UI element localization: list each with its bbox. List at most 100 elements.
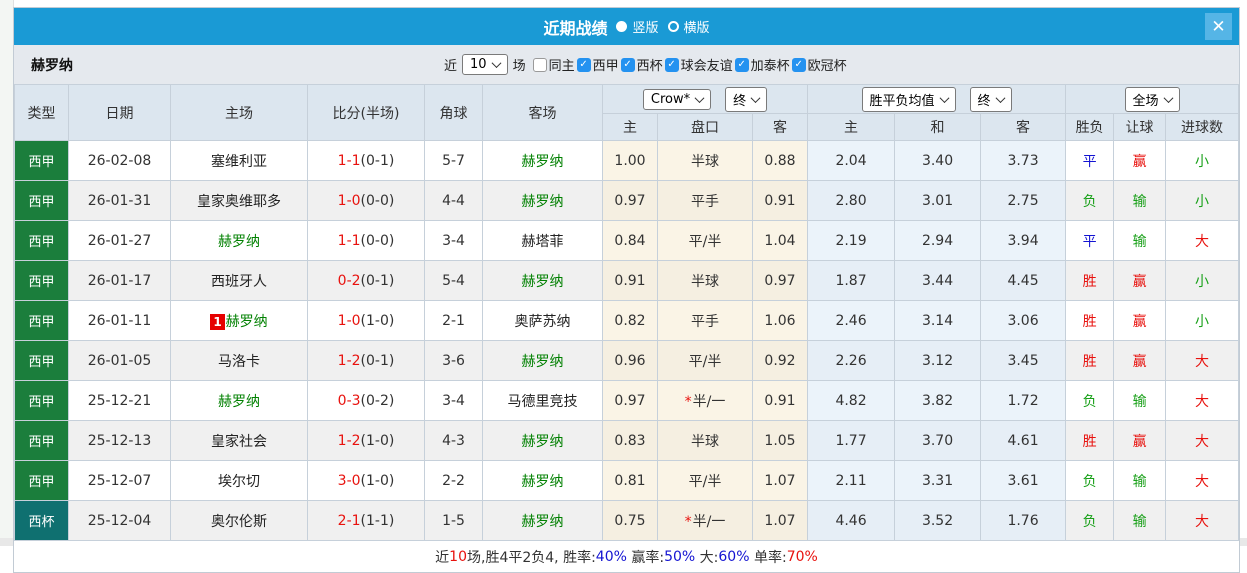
text: 大: [1195, 514, 1209, 530]
cell-outcome-result: 平: [1066, 141, 1114, 181]
view-option-vertical[interactable]: 竖版: [616, 17, 658, 36]
col-header-corners: 角球: [425, 85, 483, 141]
text: 4-3: [442, 433, 465, 449]
table-row: 西甲25-12-13皇家社会1-2(1-0)4-3赫罗纳0.83半球1.051.…: [15, 421, 1239, 461]
cell-eu-draw: 3.44: [895, 261, 981, 301]
radio-selected-icon: [616, 21, 627, 32]
cell-home-team: 西班牙人: [171, 261, 308, 301]
text: 平/半: [689, 474, 722, 490]
cell-eu-home: 1.77: [808, 421, 895, 461]
dialog-title: 近期战绩: [543, 15, 607, 39]
text: 1.00: [614, 153, 645, 169]
filter-checkbox-1[interactable]: ✓西甲: [577, 55, 619, 74]
cell-away-team: 赫罗纳: [483, 181, 603, 221]
checkbox-checked-icon: ✓: [665, 58, 679, 72]
col-header-date: 日期: [69, 85, 171, 141]
filter-checkbox-4[interactable]: ✓加泰杯: [735, 55, 790, 74]
cell-ah-away: 0.97: [753, 261, 808, 301]
group-header-european-odds: 胜平负均值 终: [808, 85, 1066, 114]
cell-ah-away: 0.91: [753, 181, 808, 221]
cell-ah-home: 0.97: [603, 181, 658, 221]
text: 26-01-05: [88, 353, 152, 369]
text: 1.07: [764, 513, 795, 529]
filter-checkbox-3[interactable]: ✓球会友谊: [665, 55, 733, 74]
cell-eu-away: 3.45: [981, 341, 1066, 381]
text: (0-0): [361, 193, 395, 209]
cell-league: 西杯: [15, 501, 69, 541]
odds-source-select[interactable]: Crow*: [643, 89, 711, 110]
cell-ah-home: 0.75: [603, 501, 658, 541]
cell-date: 25-12-04: [69, 501, 171, 541]
cell-date: 26-01-27: [69, 221, 171, 261]
text: 5-7: [442, 153, 465, 169]
text: 西班牙人: [211, 274, 267, 290]
table-row: 西甲26-02-08塞维利亚1-1(0-1)5-7赫罗纳1.00半球0.882.…: [15, 141, 1239, 181]
text: 2.46: [835, 313, 866, 329]
text: 胜: [1083, 354, 1097, 370]
text: 赢: [1133, 314, 1147, 330]
text: 2.19: [835, 233, 866, 249]
cell-ah-home: 0.91: [603, 261, 658, 301]
text: 0.91: [764, 393, 795, 409]
text: 3-4: [442, 233, 465, 249]
text: 半/一: [693, 514, 726, 530]
cell-score: 1-2(1-0): [308, 421, 425, 461]
match-count-select[interactable]: 10: [462, 54, 508, 75]
cell-score: 1-1(0-0): [308, 221, 425, 261]
text: 埃尔切: [218, 474, 260, 490]
text: 0.91: [614, 273, 645, 289]
text: 小: [1195, 274, 1209, 290]
eu-odds-type-select[interactable]: 胜平负均值: [862, 87, 956, 112]
footer-segment: 60%: [718, 549, 749, 565]
view-option-horizontal[interactable]: 横版: [668, 17, 710, 36]
text: (1-1): [361, 513, 395, 529]
text: 3.40: [922, 153, 953, 169]
cell-outcome-goals: 小: [1166, 181, 1239, 221]
cell-ah-home: 0.96: [603, 341, 658, 381]
filter-checkbox-label: 西甲: [593, 55, 619, 74]
cell-eu-home: 2.80: [808, 181, 895, 221]
text: 负: [1083, 514, 1097, 530]
text: 1.87: [835, 273, 866, 289]
odds-stage-select[interactable]: 终: [725, 87, 767, 112]
sub-header-ah-home: 主: [603, 114, 658, 141]
text: 1-2: [338, 433, 361, 449]
cell-league: 西甲: [15, 221, 69, 261]
cell-home-team: 奥尔伦斯: [171, 501, 308, 541]
cell-ah-line: 半球: [658, 421, 753, 461]
filter-checkbox-2[interactable]: ✓西杯: [621, 55, 663, 74]
text: 3.73: [1007, 153, 1038, 169]
cell-outcome-result: 胜: [1066, 421, 1114, 461]
text: 1-1: [338, 233, 361, 249]
checkbox-checked-icon: ✓: [621, 58, 635, 72]
cell-outcome-goals: 小: [1166, 141, 1239, 181]
cell-corners: 5-4: [425, 261, 483, 301]
cell-score: 1-2(0-1): [308, 341, 425, 381]
cell-score: 0-2(0-1): [308, 261, 425, 301]
chevron-down-icon: [1163, 93, 1173, 103]
sub-header-eu-home: 主: [808, 114, 895, 141]
cell-corners: 2-2: [425, 461, 483, 501]
footer-segment: 单率:: [750, 547, 787, 567]
chevron-down-icon: [491, 58, 501, 68]
text: 3.94: [1007, 233, 1038, 249]
period-select[interactable]: 全场: [1125, 87, 1180, 112]
period-value: 全场: [1133, 90, 1159, 109]
close-icon: ✕: [1211, 17, 1225, 37]
cell-outcome-result: 负: [1066, 181, 1114, 221]
cell-score: 1-0(0-0): [308, 181, 425, 221]
cell-eu-away: 4.45: [981, 261, 1066, 301]
filter-checkbox-0[interactable]: 同主: [533, 55, 575, 74]
text: 3.45: [1007, 353, 1038, 369]
text: 4.45: [1007, 273, 1038, 289]
text: 4.61: [1007, 433, 1038, 449]
filter-checkbox-5[interactable]: ✓欧冠杯: [792, 55, 847, 74]
page-left-margin: [0, 0, 14, 546]
close-button[interactable]: ✕: [1205, 13, 1232, 40]
cell-corners: 3-4: [425, 381, 483, 421]
text: 0.88: [764, 153, 795, 169]
eu-odds-stage-select[interactable]: 终: [970, 87, 1012, 112]
text: 0.91: [764, 193, 795, 209]
table-row: 西甲26-01-05马洛卡1-2(0-1)3-6赫罗纳0.96平/半0.922.…: [15, 341, 1239, 381]
group-header-result: 全场: [1066, 85, 1239, 114]
